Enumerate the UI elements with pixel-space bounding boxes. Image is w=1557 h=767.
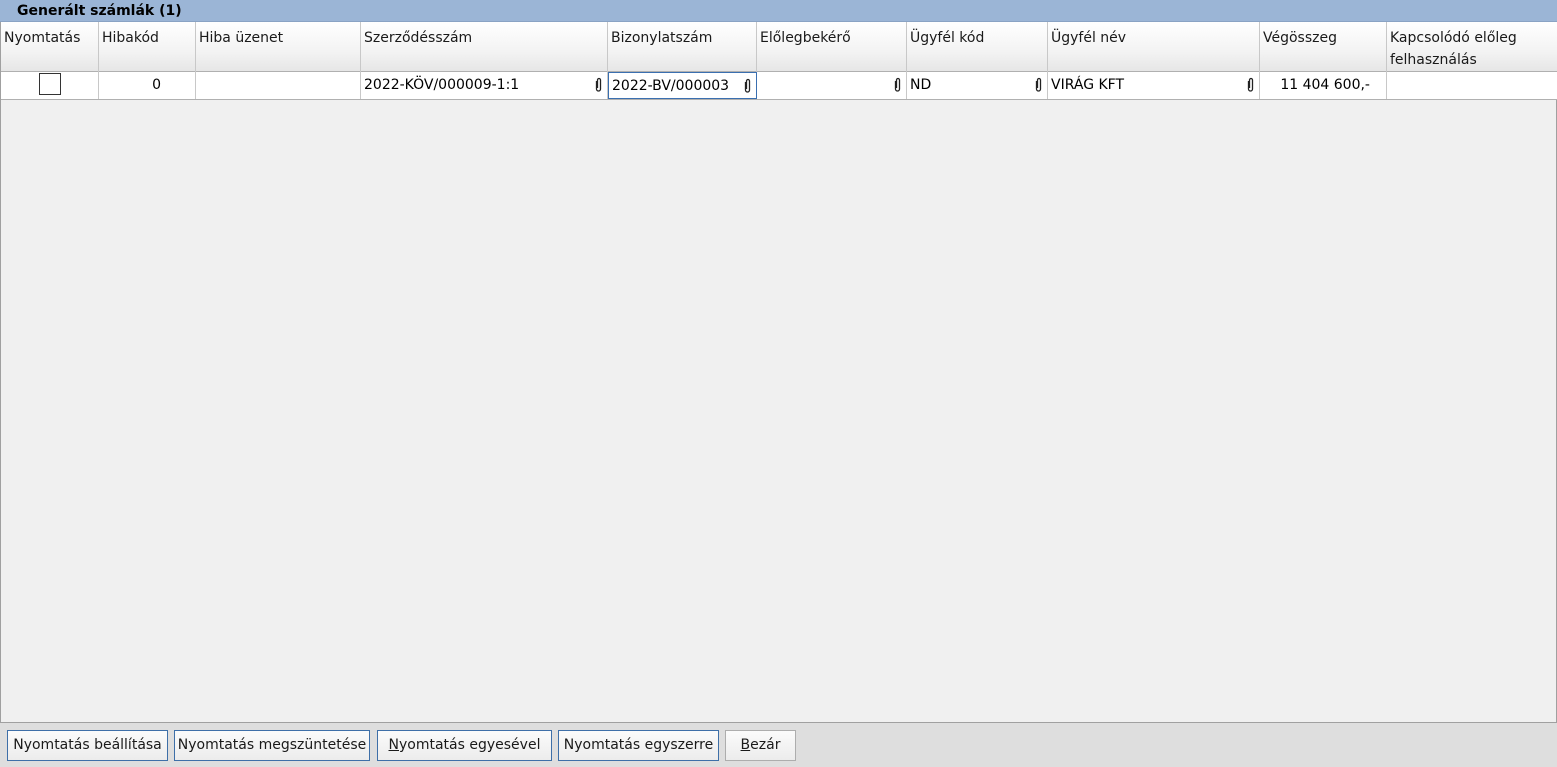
paperclip-icon[interactable] — [594, 77, 603, 93]
print-all-button[interactable]: Nyomtatás egyszerre — [558, 730, 719, 761]
print-checkbox-cell — [1, 72, 99, 99]
column-header-hibakod[interactable]: Hibakód — [99, 22, 196, 72]
column-header-nyomtatas[interactable]: Nyomtatás — [1, 22, 99, 72]
cell-ugyfel-kod-text: ND — [910, 77, 932, 93]
cell-szerzodesszam[interactable]: 2022-KÖV/000009-1:1 — [361, 72, 608, 99]
panel-title: Generált számlák (1) — [0, 0, 1557, 22]
close-button[interactable]: Bezár — [725, 730, 796, 761]
print-settings-button[interactable]: Nyomtatás beállítása — [7, 730, 168, 761]
column-header-bizonylatszam[interactable]: Bizonylatszám — [608, 22, 757, 72]
cell-szerzodesszam-text: 2022-KÖV/000009-1:1 — [364, 77, 520, 93]
print-checkbox[interactable] — [38, 73, 61, 95]
invoices-grid: Nyomtatás Hibakód Hiba üzenet Szerződéss… — [0, 22, 1557, 723]
column-header-kapcsolodo-eloleg[interactable]: Kapcsolódó előleg felhasználás — [1387, 22, 1557, 72]
print-one-by-one-label: yomtatás egyesével — [399, 737, 541, 753]
grid-header: Nyomtatás Hibakód Hiba üzenet Szerződéss… — [1, 22, 1557, 72]
paperclip-icon[interactable] — [893, 77, 902, 93]
column-header-hiba-uzenet[interactable]: Hiba üzenet — [196, 22, 361, 72]
cell-kapcsolodo-eloleg[interactable] — [1387, 72, 1557, 99]
cell-hiba-uzenet[interactable] — [196, 72, 361, 99]
column-header-vegosszeg[interactable]: Végösszeg — [1260, 22, 1387, 72]
cell-bizonylatszam-text: 2022-BV/000003 — [612, 78, 730, 94]
paperclip-icon[interactable] — [1034, 77, 1043, 93]
paperclip-icon[interactable] — [743, 78, 752, 94]
column-header-szerzodesszam[interactable]: Szerződésszám — [361, 22, 608, 72]
close-mnemonic: B — [740, 737, 751, 753]
cell-bizonylatszam[interactable]: 2022-BV/000003 — [608, 72, 757, 99]
button-bar: Nyomtatás beállítása Nyomtatás megszünte… — [0, 723, 1557, 767]
column-header-ugyfel-nev[interactable]: Ügyfél név — [1048, 22, 1260, 72]
cancel-print-button[interactable]: Nyomtatás megszüntetése — [174, 730, 370, 761]
cell-vegosszeg[interactable]: 11 404 600,- — [1260, 72, 1387, 99]
close-label: ezár — [750, 737, 781, 753]
cell-ugyfel-kod[interactable]: ND — [907, 72, 1048, 99]
column-header-ugyfel-kod[interactable]: Ügyfél kód — [907, 22, 1048, 72]
print-one-by-one-mnemonic: N — [388, 737, 399, 753]
paperclip-icon[interactable] — [1246, 77, 1255, 93]
cell-ugyfel-nev[interactable]: VIRÁG KFT — [1048, 72, 1260, 99]
column-header-eloleg-bekero[interactable]: Előlegbekérő — [757, 22, 907, 72]
cell-ugyfel-nev-text: VIRÁG KFT — [1051, 77, 1125, 93]
cell-hibakod[interactable]: 0 — [99, 72, 196, 99]
cell-eloleg-bekero[interactable] — [757, 72, 907, 99]
table-row[interactable]: 0 2022-KÖV/000009-1:1 2022-BV/000003 ND … — [1, 72, 1557, 100]
print-one-by-one-button[interactable]: Nyomtatás egyesével — [377, 730, 552, 761]
